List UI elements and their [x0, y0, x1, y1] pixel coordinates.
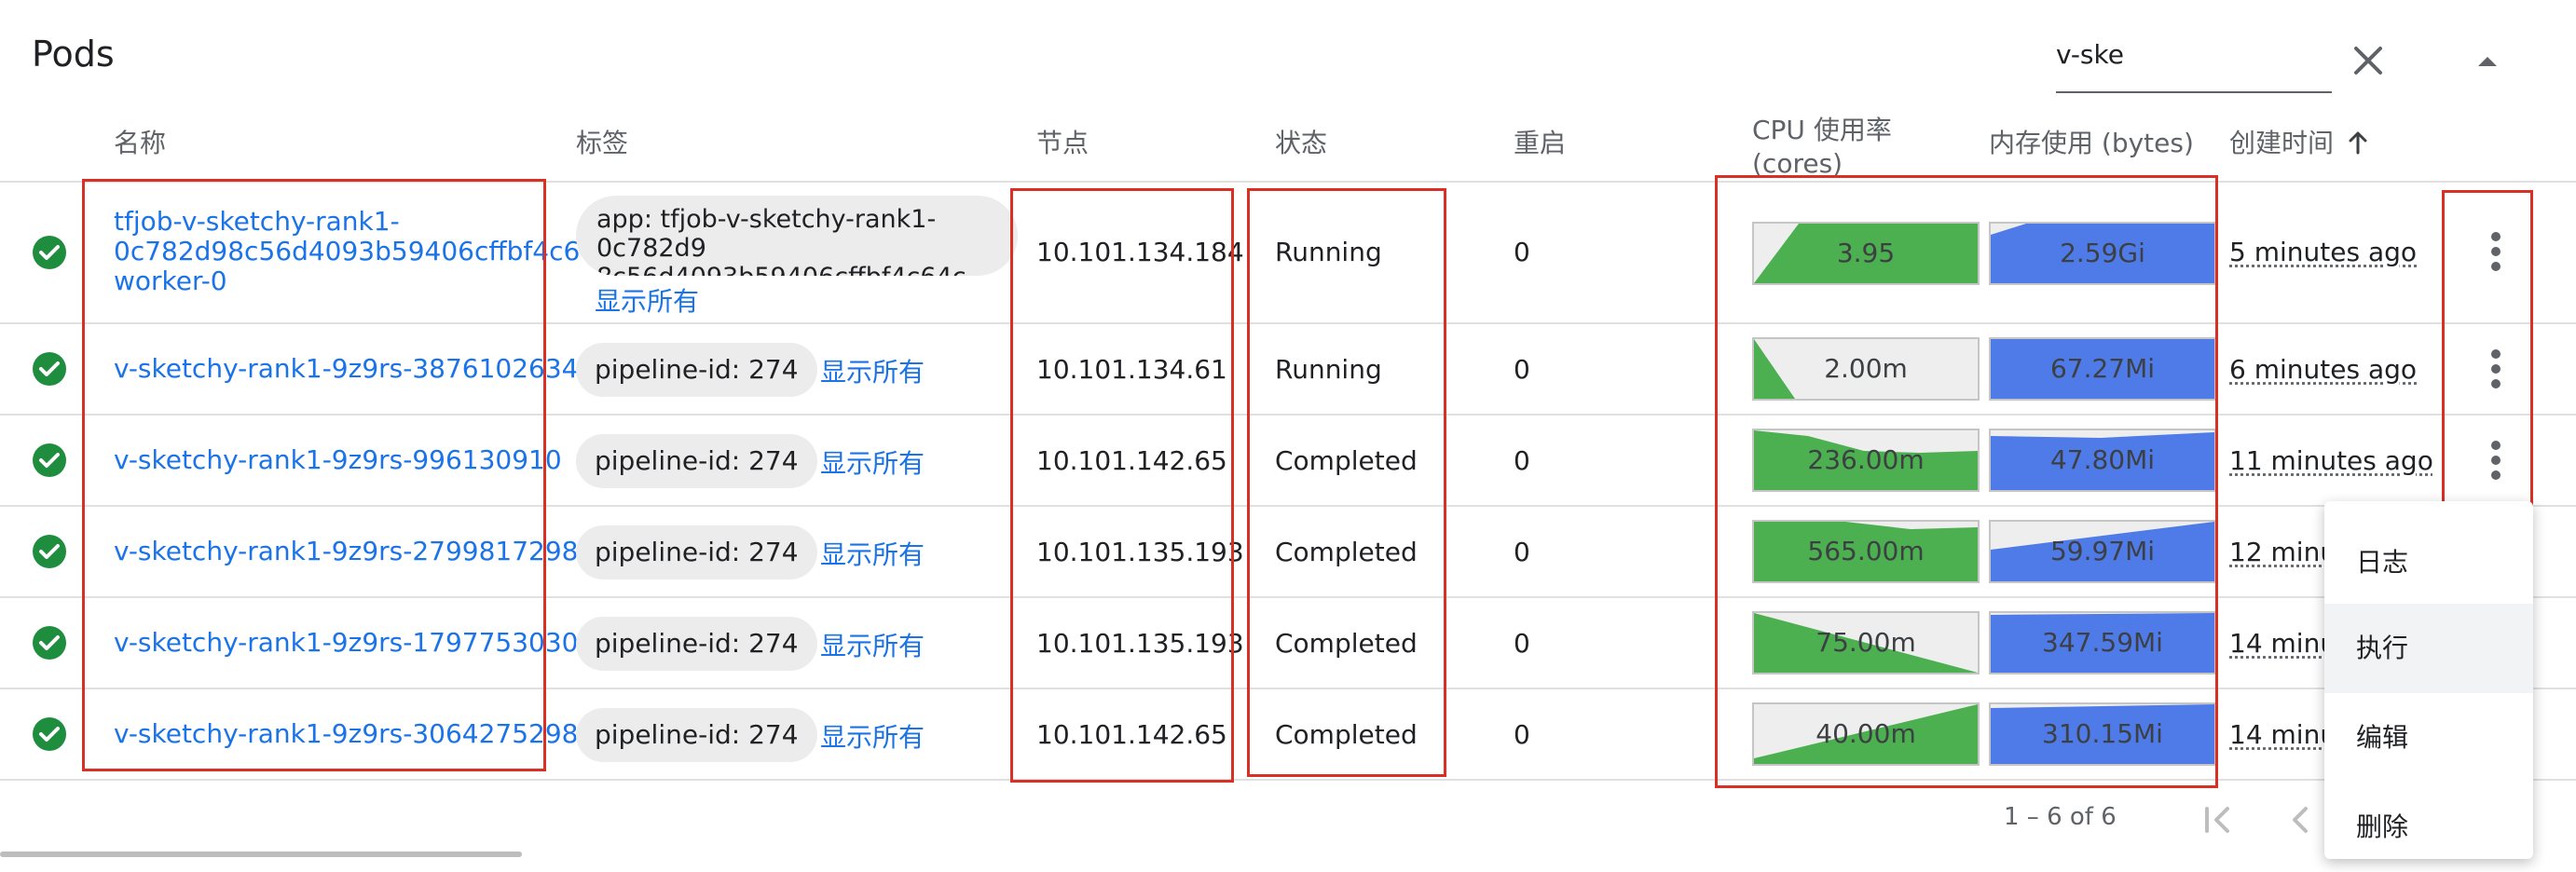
highlight-box-node: [1010, 188, 1234, 783]
page-title: Pods: [32, 34, 115, 75]
check-circle-icon: [32, 443, 67, 478]
restart-count: 0: [1514, 719, 1530, 750]
column-header-cpu: CPU 使用率 (cores): [1752, 114, 1892, 181]
created-time: 6 minutes ago: [2229, 354, 2417, 385]
check-circle-icon: [32, 716, 67, 752]
horizontal-scrollbar[interactable]: [0, 852, 522, 857]
show-all-labels-link[interactable]: 显示所有: [820, 626, 925, 663]
restart-count: 0: [1514, 537, 1530, 567]
chevron-left-icon: [2274, 794, 2326, 846]
restart-count: 0: [1514, 354, 1530, 385]
highlight-box-usage: [1715, 175, 2218, 788]
label-chip: pipeline-id: 274: [576, 434, 817, 488]
check-circle-icon: [32, 235, 67, 270]
label-chip: app: tfjob-v-sketchy-rank1-0c782d9 8c56d…: [576, 196, 1018, 276]
label-chip: pipeline-id: 274: [576, 708, 817, 762]
cpu-header-title: CPU 使用率: [1752, 114, 1892, 147]
arrow-up-icon: [2348, 130, 2368, 155]
highlight-box-name: [82, 179, 546, 771]
label-chip: pipeline-id: 274: [576, 617, 817, 671]
column-header-restarts[interactable]: 重启: [1514, 127, 1566, 160]
close-icon: [2341, 34, 2395, 88]
show-all-labels-link[interactable]: 显示所有: [820, 535, 925, 572]
caret-up-icon: [2460, 34, 2514, 88]
label-chip-line: 8c56d4093b59406cffbf4c64c: [596, 263, 997, 276]
pagination-range: 1 – 6 of 6: [2004, 803, 2117, 831]
row-context-menu: 日志 执行 编辑 删除: [2324, 501, 2533, 859]
restart-count: 0: [1514, 445, 1530, 476]
column-header-node[interactable]: 节点: [1036, 127, 1089, 160]
pods-card: Pods 名称 标签 节点 状态 重启 CPU 使用率 (cores) 内存使用…: [0, 0, 2576, 859]
column-header-status[interactable]: 状态: [1275, 127, 1327, 160]
column-header-created[interactable]: 创建时间: [2229, 127, 2368, 160]
restart-count: 0: [1514, 237, 1530, 267]
restart-count: 0: [1514, 628, 1530, 659]
created-header-label: 创建时间: [2229, 128, 2334, 158]
column-header-labels: 标签: [576, 127, 628, 160]
column-header-name[interactable]: 名称: [114, 127, 166, 160]
label-chip: pipeline-id: 274: [576, 525, 817, 579]
filter-field[interactable]: [2056, 35, 2332, 93]
highlight-box-status: [1247, 188, 1446, 777]
previous-page-button[interactable]: [2274, 794, 2326, 846]
first-page-button[interactable]: [2192, 794, 2244, 846]
check-circle-icon: [32, 534, 67, 569]
show-all-labels-link[interactable]: 显示所有: [595, 281, 699, 319]
show-all-labels-link[interactable]: 显示所有: [820, 717, 925, 755]
show-all-labels-link[interactable]: 显示所有: [820, 443, 925, 481]
filter-input[interactable]: [2056, 39, 2317, 70]
label-chip-line: app: tfjob-v-sketchy-rank1-0c782d9: [596, 205, 997, 263]
created-time: 5 minutes ago: [2229, 237, 2417, 267]
menu-item-exec[interactable]: 执行: [2324, 604, 2533, 693]
created-time: 11 minutes ago: [2229, 445, 2433, 476]
label-chip: pipeline-id: 274: [576, 343, 817, 397]
menu-item-logs[interactable]: 日志: [2324, 518, 2533, 607]
check-circle-icon: [32, 625, 67, 661]
menu-item-edit[interactable]: 编辑: [2324, 693, 2533, 783]
first-page-icon: [2192, 794, 2244, 846]
clear-filter-button[interactable]: [2341, 34, 2395, 88]
check-circle-icon: [32, 351, 67, 387]
collapse-button[interactable]: [2460, 34, 2514, 88]
column-header-memory: 内存使用 (bytes): [1989, 127, 2194, 160]
show-all-labels-link[interactable]: 显示所有: [820, 352, 925, 389]
